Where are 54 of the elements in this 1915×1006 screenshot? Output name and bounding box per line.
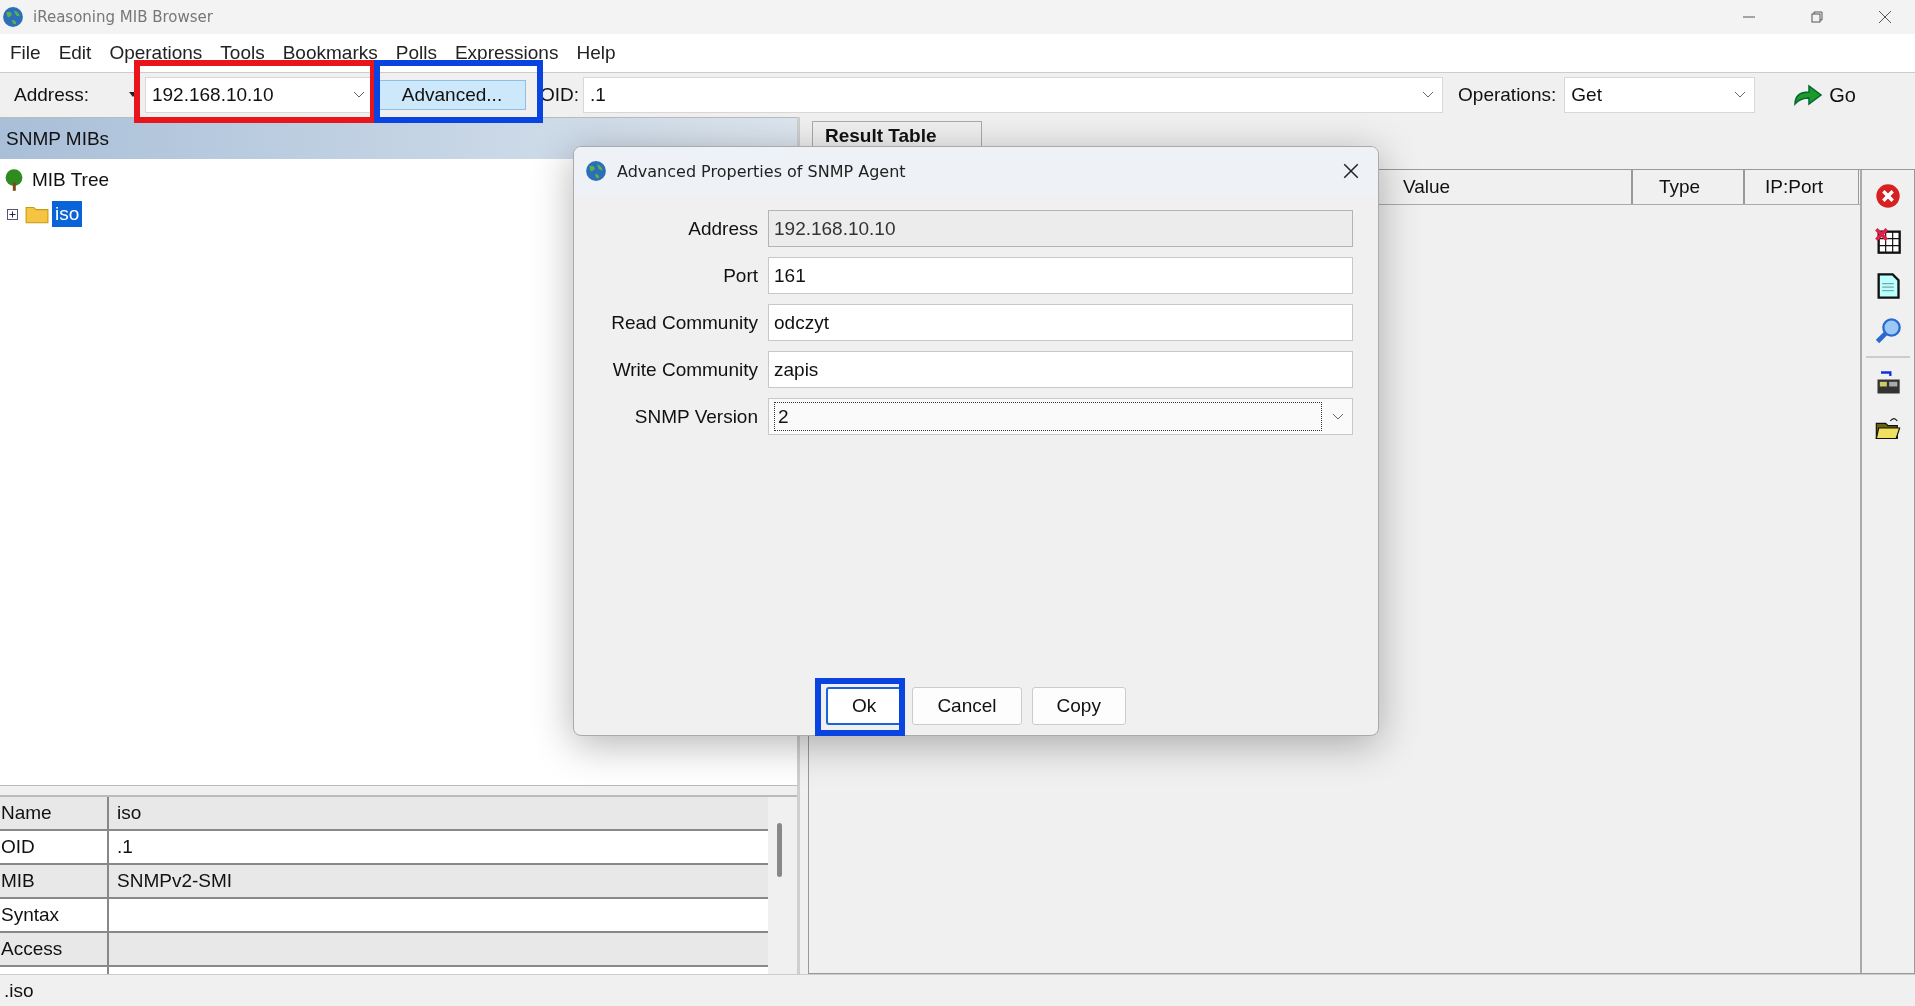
- window-title: iReasoning MIB Browser: [33, 8, 213, 26]
- menu-item[interactable]: Edit: [58, 42, 92, 64]
- status-text: .iso: [4, 979, 34, 1002]
- input-field[interactable]: zapis: [768, 351, 1353, 388]
- chevron-down-icon[interactable]: [1332, 412, 1344, 421]
- tree-item[interactable]: MIB Tree: [29, 167, 113, 193]
- dropdown-arrow-icon[interactable]: [129, 92, 137, 98]
- address-label: Address:: [14, 84, 89, 106]
- oid-combo[interactable]: .1: [583, 77, 1444, 113]
- operations-label: Operations:: [1458, 84, 1557, 106]
- chevron-down-icon[interactable]: [1422, 91, 1435, 99]
- version-dropdown[interactable]: 2: [768, 398, 1353, 435]
- operations-combo[interactable]: Get: [1564, 77, 1756, 113]
- menu-item[interactable]: Operations: [109, 42, 203, 64]
- field-label: Write Community: [611, 358, 758, 381]
- expand-icon[interactable]: [7, 208, 18, 220]
- input-field[interactable]: odczyt: [768, 304, 1353, 341]
- property-value: .1: [116, 835, 134, 859]
- stop-icon[interactable]: [1874, 182, 1902, 210]
- property-value: iso: [116, 801, 143, 825]
- globe-icon: [585, 160, 607, 182]
- go-button[interactable]: Go: [1793, 83, 1856, 107]
- column-header[interactable]: IP:Port: [1744, 170, 1859, 204]
- chevron-down-icon[interactable]: [353, 91, 365, 99]
- menu-item[interactable]: Expressions: [454, 42, 559, 64]
- menu-item[interactable]: Polls: [395, 42, 437, 64]
- menu-item[interactable]: Bookmarks: [282, 42, 378, 64]
- property-name: OID: [0, 831, 109, 863]
- field-label: Port: [722, 264, 758, 287]
- dialog-button[interactable]: Cancel: [912, 687, 1022, 725]
- field-label: Read Community: [610, 311, 758, 334]
- property-value: SNMPv2-SMI: [116, 869, 234, 893]
- clear-table-icon[interactable]: [1874, 227, 1902, 255]
- close-icon[interactable]: [1342, 162, 1360, 180]
- folder-icon: [25, 204, 49, 224]
- menu-item[interactable]: Help: [576, 42, 616, 64]
- property-name: Syntax: [0, 899, 109, 931]
- property-name: MIB: [0, 865, 109, 897]
- property-name: Name: [0, 797, 109, 829]
- input-field[interactable]: 161: [768, 257, 1353, 294]
- chevron-down-icon[interactable]: [1734, 91, 1747, 99]
- restore-icon[interactable]: [1809, 9, 1825, 25]
- field-label: Address: [687, 217, 758, 240]
- property-name: Access: [0, 933, 109, 965]
- close-icon[interactable]: [1877, 9, 1893, 25]
- tree-item[interactable]: iso: [52, 201, 83, 227]
- advanced-button[interactable]: Advanced...: [378, 80, 526, 110]
- search-icon[interactable]: [1874, 317, 1902, 345]
- menu-item[interactable]: Tools: [220, 42, 265, 64]
- globe-icon: [2, 6, 24, 28]
- dialog-button[interactable]: Copy: [1031, 687, 1126, 725]
- menu-item[interactable]: File: [10, 42, 41, 64]
- field-label: SNMP Version: [633, 405, 758, 428]
- column-header[interactable]: Type: [1632, 170, 1744, 204]
